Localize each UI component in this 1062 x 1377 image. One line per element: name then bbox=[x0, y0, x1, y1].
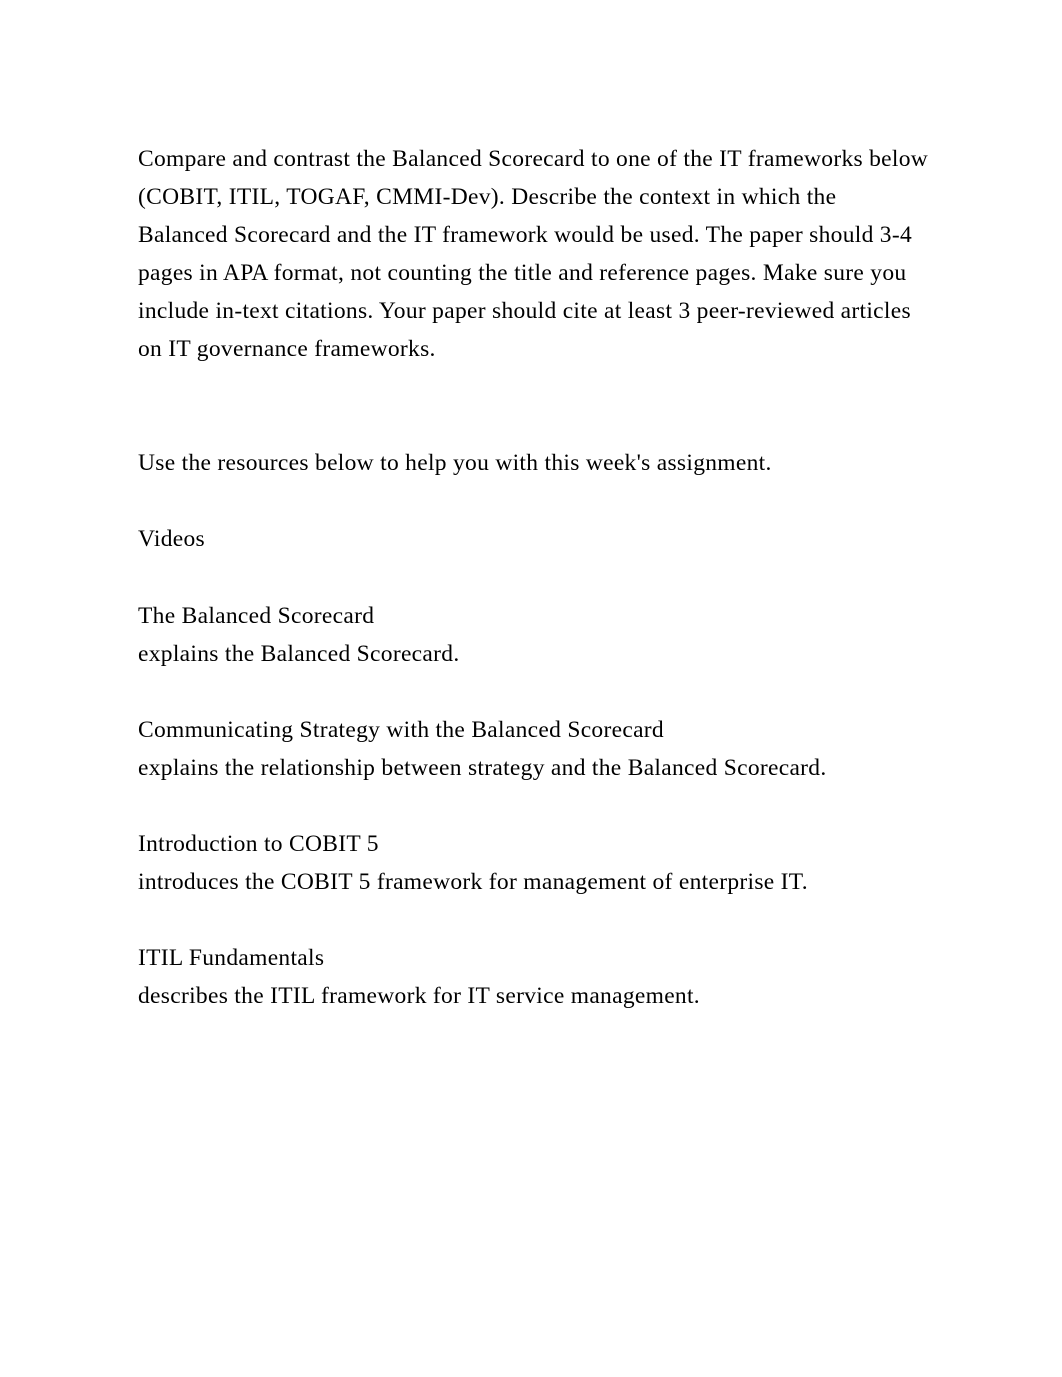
resource-item: Introduction to COBIT 5 introduces the C… bbox=[138, 825, 932, 901]
document-body: Compare and contrast the Balanced Scorec… bbox=[138, 140, 932, 1015]
resource-title: ITIL Fundamentals bbox=[138, 939, 932, 977]
assignment-note: Use the resources below to help you with… bbox=[138, 444, 932, 482]
resource-item: ITIL Fundamentals describes the ITIL fra… bbox=[138, 939, 932, 1015]
videos-heading: Videos bbox=[138, 520, 932, 558]
resource-description: explains the relationship between strate… bbox=[138, 749, 932, 787]
intro-paragraph: Compare and contrast the Balanced Scorec… bbox=[138, 140, 932, 368]
resource-title: Communicating Strategy with the Balanced… bbox=[138, 711, 932, 749]
resource-item: Communicating Strategy with the Balanced… bbox=[138, 711, 932, 787]
resource-description: introduces the COBIT 5 framework for man… bbox=[138, 863, 932, 901]
resource-description: describes the ITIL framework for IT serv… bbox=[138, 977, 932, 1015]
resource-title: The Balanced Scorecard bbox=[138, 597, 932, 635]
resource-title: Introduction to COBIT 5 bbox=[138, 825, 932, 863]
resource-description: explains the Balanced Scorecard. bbox=[138, 635, 932, 673]
resource-item: The Balanced Scorecard explains the Bala… bbox=[138, 597, 932, 673]
